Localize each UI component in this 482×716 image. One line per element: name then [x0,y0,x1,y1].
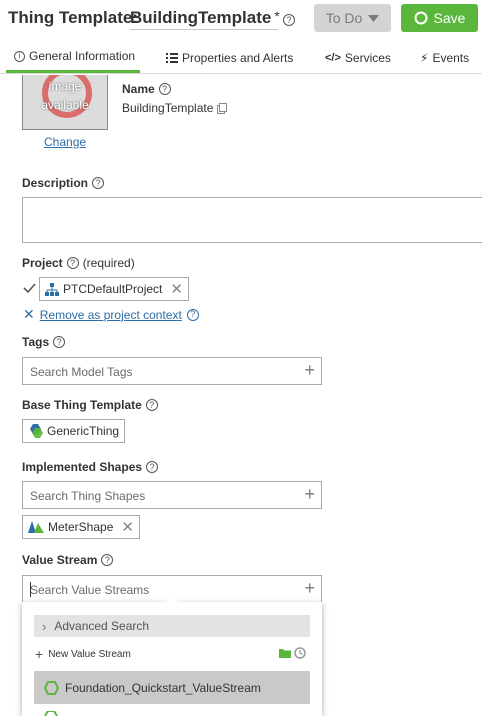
entity-name-text: BuildingTemplate [130,8,272,27]
advanced-search-label: Advanced Search [54,619,150,633]
help-icon[interactable]: ? [66,257,79,269]
image-placeholder-line1: image [48,79,82,93]
project-label-text: Project [22,256,63,270]
help-icon[interactable]: ? [92,177,105,189]
remove-icon[interactable]: ✕ [121,518,134,536]
tab-label: General Information [29,49,136,63]
base-template-label-text: Base Thing Template [22,398,142,412]
value-stream-result-label: Foundation_Quickstart_ValueStream [65,680,261,695]
close-icon: ✕ [23,306,35,322]
required-text: (required) [82,256,135,270]
shape-name: MeterShape [48,520,114,534]
help-icon[interactable]: ? [146,461,159,473]
help-icon[interactable]: ? [158,83,171,95]
add-icon[interactable]: + [304,485,315,503]
shapes-label: Implemented Shapes ? [22,460,159,474]
value-stream-icon [44,711,58,716]
project-chip[interactable]: PTCDefaultProject ✕ [39,277,189,301]
thing-template-icon [30,424,43,438]
value-stream-label-text: Value Stream [22,553,98,567]
caret-down-icon [368,14,380,22]
folder-icon[interactable] [279,648,291,658]
new-value-stream-label: New Value Stream [48,648,131,660]
shapes-placeholder: Search Thing Shapes [30,489,146,503]
save-button-label: Save [433,10,466,26]
name-value-text: BuildingTemplate [122,101,214,115]
tags-placeholder: Search Model Tags [30,365,133,379]
value-stream-result-item[interactable]: Foundation_Quickstart_ValueStream [34,671,310,704]
tab-services[interactable]: </> Services [325,42,391,73]
shapes-search-input[interactable]: Search Thing Shapes + [22,481,322,509]
thing-image: image available [22,75,108,130]
value-stream-label: Value Stream ? [22,553,114,567]
tab-bar: i General Information Properties and Ale… [0,42,482,74]
check-icon [23,283,36,293]
entity-name-field[interactable]: BuildingTemplate * [130,6,280,30]
description-textarea[interactable] [22,197,482,243]
tags-search-input[interactable]: Search Model Tags + [22,357,322,385]
unsaved-marker: * [274,8,280,24]
project-name: PTCDefaultProject [63,282,163,296]
base-template-chip[interactable]: GenericThing [22,419,126,443]
advanced-search-button[interactable]: › Advanced Search [34,615,310,637]
name-label: Name ? [122,82,171,96]
chevron-right-icon: › [42,618,47,634]
copy-icon[interactable] [217,102,228,114]
tab-label: Services [344,50,391,65]
change-image-link[interactable]: Change [44,135,86,149]
add-icon[interactable]: + [304,579,315,597]
tab-label: Events [432,50,470,65]
help-icon[interactable]: ? [101,554,114,566]
name-value: BuildingTemplate [122,101,228,115]
remove-icon[interactable]: ✕ [170,280,183,298]
image-placeholder-line2: available [41,98,89,112]
tab-general-information[interactable]: i General Information [6,42,140,73]
save-button[interactable]: Save [401,4,478,32]
entity-type-label: Thing Template: [8,8,139,27]
value-stream-placeholder: Search Value Streams [30,583,150,597]
base-template-name: GenericThing [47,424,120,438]
tab-label: Properties and Alerts [182,50,294,65]
tags-label-text: Tags [22,335,50,349]
list-icon [166,53,178,63]
history-icon[interactable] [294,647,306,659]
value-stream-icon [44,680,59,695]
description-label-text: Description [22,176,89,190]
circle-icon [414,11,428,25]
remove-project-context[interactable]: ✕ Remove as project context ? [23,306,199,323]
info-icon: i [14,50,25,62]
add-icon[interactable]: + [304,361,315,379]
tags-label: Tags ? [22,335,66,349]
lightning-icon: ⚡ [420,50,429,65]
shapes-label-text: Implemented Shapes [22,460,143,474]
help-icon[interactable]: ? [283,14,295,26]
todo-button[interactable]: To Do [314,4,391,32]
description-label: Description ? [22,176,105,190]
shape-chip[interactable]: MeterShape ✕ [22,515,140,539]
project-tree-icon [45,282,59,296]
help-icon[interactable]: ? [186,308,199,321]
help-icon[interactable]: ? [145,399,158,411]
tab-properties-and-alerts[interactable]: Properties and Alerts [166,42,293,73]
help-icon[interactable]: ? [53,336,66,348]
todo-button-label: To Do [325,10,363,26]
remove-project-link[interactable]: Remove as project context [40,308,182,322]
plus-icon: + [35,646,44,662]
base-template-label: Base Thing Template ? [22,398,158,412]
name-label-text: Name [122,82,155,96]
dropdown-pointer [164,596,180,604]
thing-shape-icon [28,521,44,533]
project-label: Project ? (required) [22,256,135,270]
new-value-stream-button[interactable]: + New Value Stream [35,646,131,662]
code-icon: </> [325,51,341,64]
tab-events[interactable]: ⚡ Events [420,42,469,73]
